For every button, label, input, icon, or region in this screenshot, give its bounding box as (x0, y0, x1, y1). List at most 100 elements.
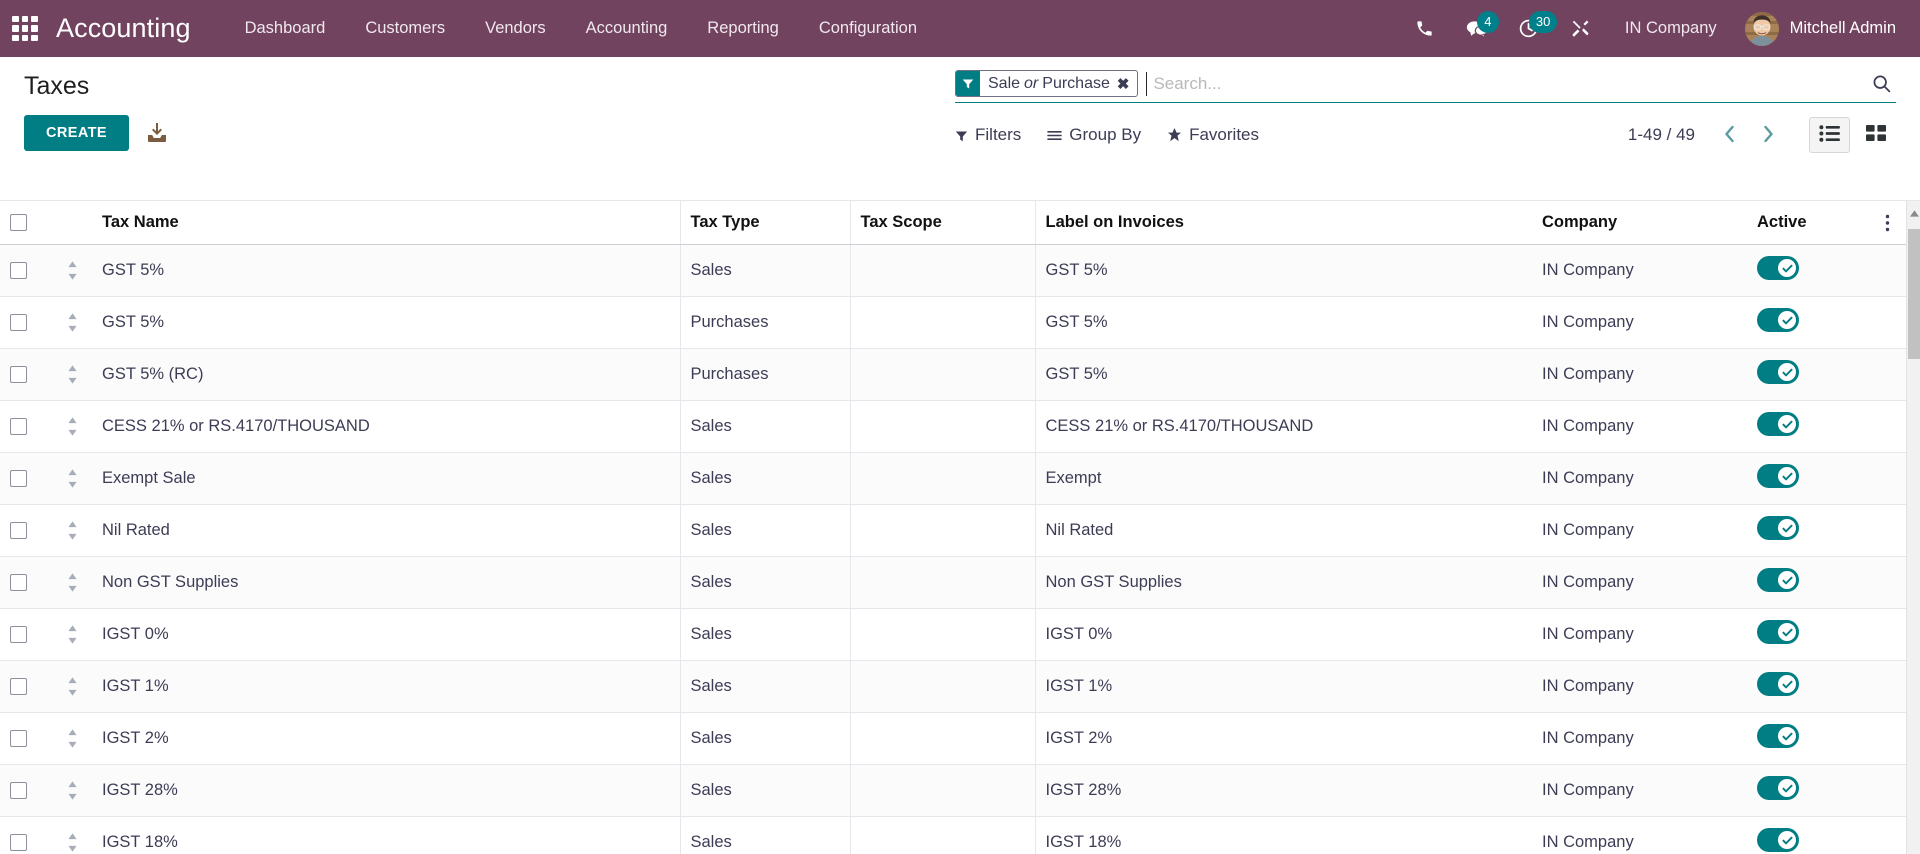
menu-item-reporting[interactable]: Reporting (687, 11, 799, 46)
cell-active (1747, 556, 1867, 609)
row-checkbox[interactable] (10, 262, 27, 280)
active-toggle[interactable] (1757, 464, 1799, 488)
cell-tax-name: GST 5% (RC) (92, 348, 680, 401)
drag-handle-icon[interactable] (62, 833, 82, 852)
activity-clock-icon[interactable]: 30 (1503, 9, 1558, 49)
menu-item-customers[interactable]: Customers (345, 11, 465, 46)
row-checkbox[interactable] (10, 834, 27, 852)
table-row[interactable]: GST 5% Purchases GST 5% IN Company (0, 296, 1907, 349)
cell-tax-scope (849, 712, 1035, 765)
menu-item-configuration[interactable]: Configuration (799, 11, 937, 46)
table-row[interactable]: IGST 0% Sales IGST 0% IN Company (0, 608, 1907, 661)
row-checkbox[interactable] (10, 366, 27, 384)
scrollbar-thumb[interactable] (1908, 229, 1920, 359)
remove-facet-icon[interactable]: ✖ (1117, 71, 1138, 96)
drag-handle-icon[interactable] (62, 521, 82, 540)
row-checkbox[interactable] (10, 626, 27, 644)
messages-icon[interactable]: 4 (1451, 9, 1503, 49)
pager-previous-button[interactable] (1713, 122, 1746, 149)
pager-next-button[interactable] (1752, 122, 1785, 149)
drag-handle-icon[interactable] (62, 365, 82, 384)
active-toggle[interactable] (1757, 516, 1799, 540)
user-menu[interactable]: Mitchell Admin (1735, 8, 1900, 50)
cell-tax-scope (849, 348, 1035, 401)
header-label-on-invoices[interactable]: Label on Invoices (1034, 201, 1532, 245)
app-brand-title[interactable]: Accounting (56, 13, 191, 44)
row-checkbox[interactable] (10, 470, 27, 488)
cell-tax-scope (849, 504, 1035, 557)
toggle-knob (1778, 311, 1796, 329)
active-toggle[interactable] (1757, 308, 1799, 332)
drag-handle-icon[interactable] (62, 417, 82, 436)
row-select-cell (0, 452, 52, 505)
active-toggle[interactable] (1757, 360, 1799, 384)
search-facet-sale-or-purchase[interactable]: Sale or Purchase ✖ (955, 70, 1139, 97)
import-records-icon[interactable] (145, 121, 169, 145)
row-checkbox[interactable] (10, 418, 27, 436)
list-lines-icon (1047, 129, 1063, 142)
active-toggle[interactable] (1757, 672, 1799, 696)
active-toggle[interactable] (1757, 620, 1799, 644)
developer-tools-icon[interactable] (1555, 9, 1607, 49)
table-row[interactable]: IGST 18% Sales IGST 18% IN Company (0, 816, 1907, 854)
active-toggle[interactable] (1757, 776, 1799, 800)
row-checkbox[interactable] (10, 314, 27, 332)
drag-handle-icon[interactable] (62, 573, 82, 592)
create-button[interactable]: CREATE (24, 114, 129, 151)
table-row[interactable]: GST 5% Sales GST 5% IN Company (0, 244, 1907, 297)
row-checkbox[interactable] (10, 522, 27, 540)
drag-handle-icon[interactable] (62, 729, 82, 748)
row-checkbox[interactable] (10, 730, 27, 748)
header-tax-scope[interactable]: Tax Scope (849, 201, 1035, 245)
row-select-cell (0, 348, 52, 401)
row-checkbox[interactable] (10, 574, 27, 592)
active-toggle[interactable] (1757, 568, 1799, 592)
row-checkbox[interactable] (10, 678, 27, 696)
active-toggle[interactable] (1757, 256, 1799, 280)
active-toggle[interactable] (1757, 828, 1799, 852)
active-toggle[interactable] (1757, 724, 1799, 748)
drag-handle-icon[interactable] (62, 313, 82, 332)
table-row[interactable]: Non GST Supplies Sales Non GST Supplies … (0, 556, 1907, 609)
apps-grid-icon[interactable] (12, 15, 38, 42)
table-row[interactable]: CESS 21% or RS.4170/THOUSAND Sales CESS … (0, 400, 1907, 453)
toggle-knob (1778, 363, 1796, 381)
table-row[interactable]: Exempt Sale Sales Exempt IN Company (0, 452, 1907, 505)
drag-handle-icon[interactable] (62, 677, 82, 696)
drag-handle-icon[interactable] (62, 261, 82, 280)
drag-handle-icon[interactable] (62, 781, 82, 800)
cell-company: IN Company (1532, 816, 1747, 854)
kanban-view-button[interactable] (1856, 117, 1896, 153)
header-company[interactable]: Company (1532, 201, 1747, 245)
filters-dropdown[interactable]: Filters (955, 120, 1035, 150)
cell-tax-scope (849, 452, 1035, 505)
table-row[interactable]: IGST 1% Sales IGST 1% IN Company (0, 660, 1907, 713)
active-toggle[interactable] (1757, 412, 1799, 436)
scroll-up-icon[interactable] (1907, 205, 1920, 221)
menu-item-vendors[interactable]: Vendors (465, 11, 566, 46)
header-tax-type[interactable]: Tax Type (679, 201, 850, 245)
row-checkbox[interactable] (10, 782, 27, 800)
table-row[interactable]: IGST 2% Sales IGST 2% IN Company (0, 712, 1907, 765)
cell-tax-scope (849, 660, 1035, 713)
list-view-button[interactable] (1809, 117, 1850, 153)
vertical-scrollbar[interactable] (1906, 201, 1920, 854)
groupby-dropdown[interactable]: Group By (1047, 120, 1155, 150)
menu-item-accounting[interactable]: Accounting (566, 11, 688, 46)
phone-icon[interactable] (1399, 9, 1451, 49)
control-panel-left: Taxes CREATE (0, 57, 955, 151)
column-options-icon[interactable] (1877, 214, 1897, 232)
select-all-checkbox[interactable] (10, 214, 27, 232)
search-input[interactable] (1146, 71, 1861, 96)
table-row[interactable]: IGST 28% Sales IGST 28% IN Company (0, 764, 1907, 817)
drag-handle-icon[interactable] (62, 469, 82, 488)
table-row[interactable]: Nil Rated Sales Nil Rated IN Company (0, 504, 1907, 557)
favorites-dropdown[interactable]: Favorites (1167, 120, 1273, 150)
header-active[interactable]: Active (1747, 201, 1867, 245)
header-tax-name[interactable]: Tax Name (92, 201, 680, 245)
search-icon[interactable] (1861, 73, 1896, 94)
menu-item-dashboard[interactable]: Dashboard (225, 11, 346, 46)
drag-handle-icon[interactable] (62, 625, 82, 644)
table-row[interactable]: GST 5% (RC) Purchases GST 5% IN Company (0, 348, 1907, 401)
company-switcher[interactable]: IN Company (1607, 11, 1735, 46)
